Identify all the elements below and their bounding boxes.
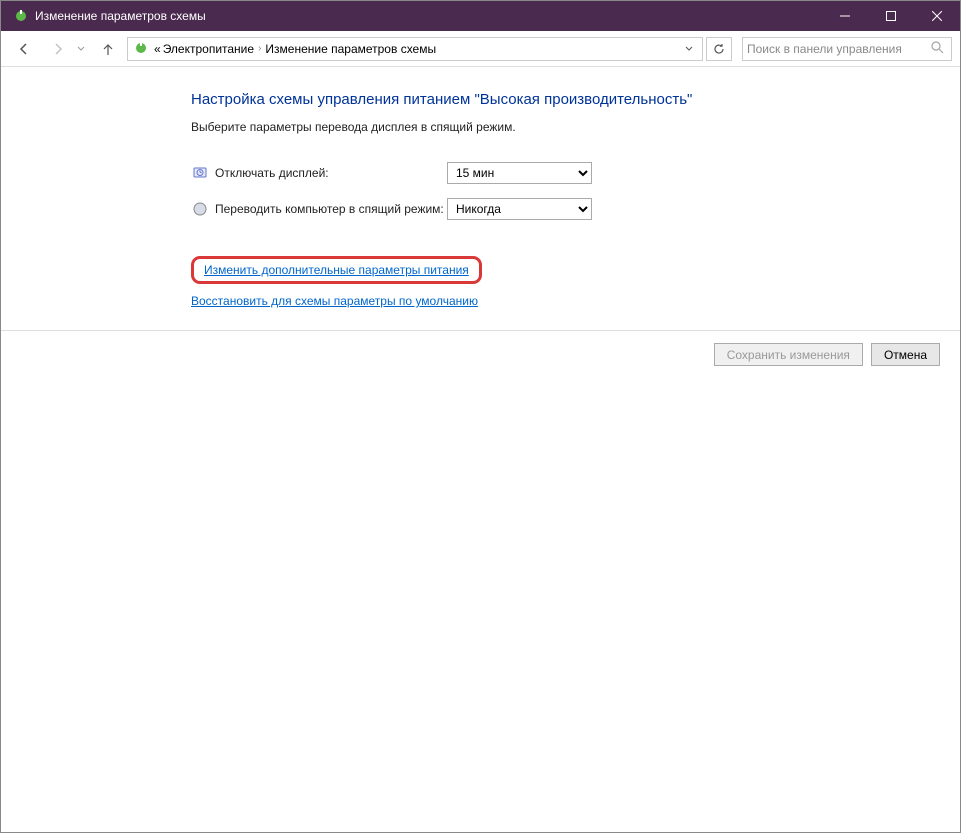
breadcrumb-prefix: « <box>154 42 161 56</box>
close-button[interactable] <box>914 1 960 31</box>
titlebar: Изменение параметров схемы <box>1 1 960 31</box>
footer-buttons: Сохранить изменения Отмена <box>1 330 960 378</box>
sleep-icon <box>191 200 209 218</box>
power-icon <box>134 41 150 57</box>
display-off-label: Отключать дисплей: <box>215 166 447 180</box>
chevron-right-icon: › <box>258 43 261 54</box>
sleep-select[interactable]: Никогда <box>447 198 592 220</box>
search-input[interactable] <box>747 42 931 56</box>
display-off-row: Отключать дисплей: 15 мин <box>191 162 891 184</box>
refresh-button[interactable] <box>706 37 732 61</box>
back-button[interactable] <box>9 34 39 64</box>
window-title: Изменение параметров схемы <box>35 9 822 23</box>
up-button[interactable] <box>93 34 123 64</box>
navbar: « Электропитание › Изменение параметров … <box>1 31 960 67</box>
cancel-button[interactable]: Отмена <box>871 343 940 366</box>
address-bar[interactable]: « Электропитание › Изменение параметров … <box>127 37 703 61</box>
advanced-settings-link[interactable]: Изменить дополнительные параметры питани… <box>204 263 469 277</box>
save-button[interactable]: Сохранить изменения <box>714 343 863 366</box>
links-area: Изменить дополнительные параметры питани… <box>191 256 891 308</box>
forward-button[interactable] <box>43 34 73 64</box>
history-dropdown[interactable] <box>77 42 89 56</box>
window-controls <box>822 1 960 31</box>
breadcrumb-item-power[interactable]: Электропитание <box>161 42 256 56</box>
display-icon <box>191 164 209 182</box>
sleep-row: Переводить компьютер в спящий режим: Ник… <box>191 198 891 220</box>
minimize-button[interactable] <box>822 1 868 31</box>
page-subheading: Выберите параметры перевода дисплея в сп… <box>191 120 891 134</box>
search-bar[interactable] <box>742 37 952 61</box>
app-icon <box>13 8 29 24</box>
breadcrumb-item-plan[interactable]: Изменение параметров схемы <box>263 42 438 56</box>
display-off-select[interactable]: 15 мин <box>447 162 592 184</box>
page-heading: Настройка схемы управления питанием "Выс… <box>191 91 891 108</box>
content-area: Настройка схемы управления питанием "Выс… <box>1 67 960 378</box>
highlight-annotation: Изменить дополнительные параметры питани… <box>191 256 482 284</box>
address-dropdown[interactable] <box>678 38 700 60</box>
maximize-button[interactable] <box>868 1 914 31</box>
search-icon <box>931 41 947 57</box>
restore-defaults-link[interactable]: Восстановить для схемы параметры по умол… <box>191 294 478 308</box>
sleep-label: Переводить компьютер в спящий режим: <box>215 202 447 216</box>
